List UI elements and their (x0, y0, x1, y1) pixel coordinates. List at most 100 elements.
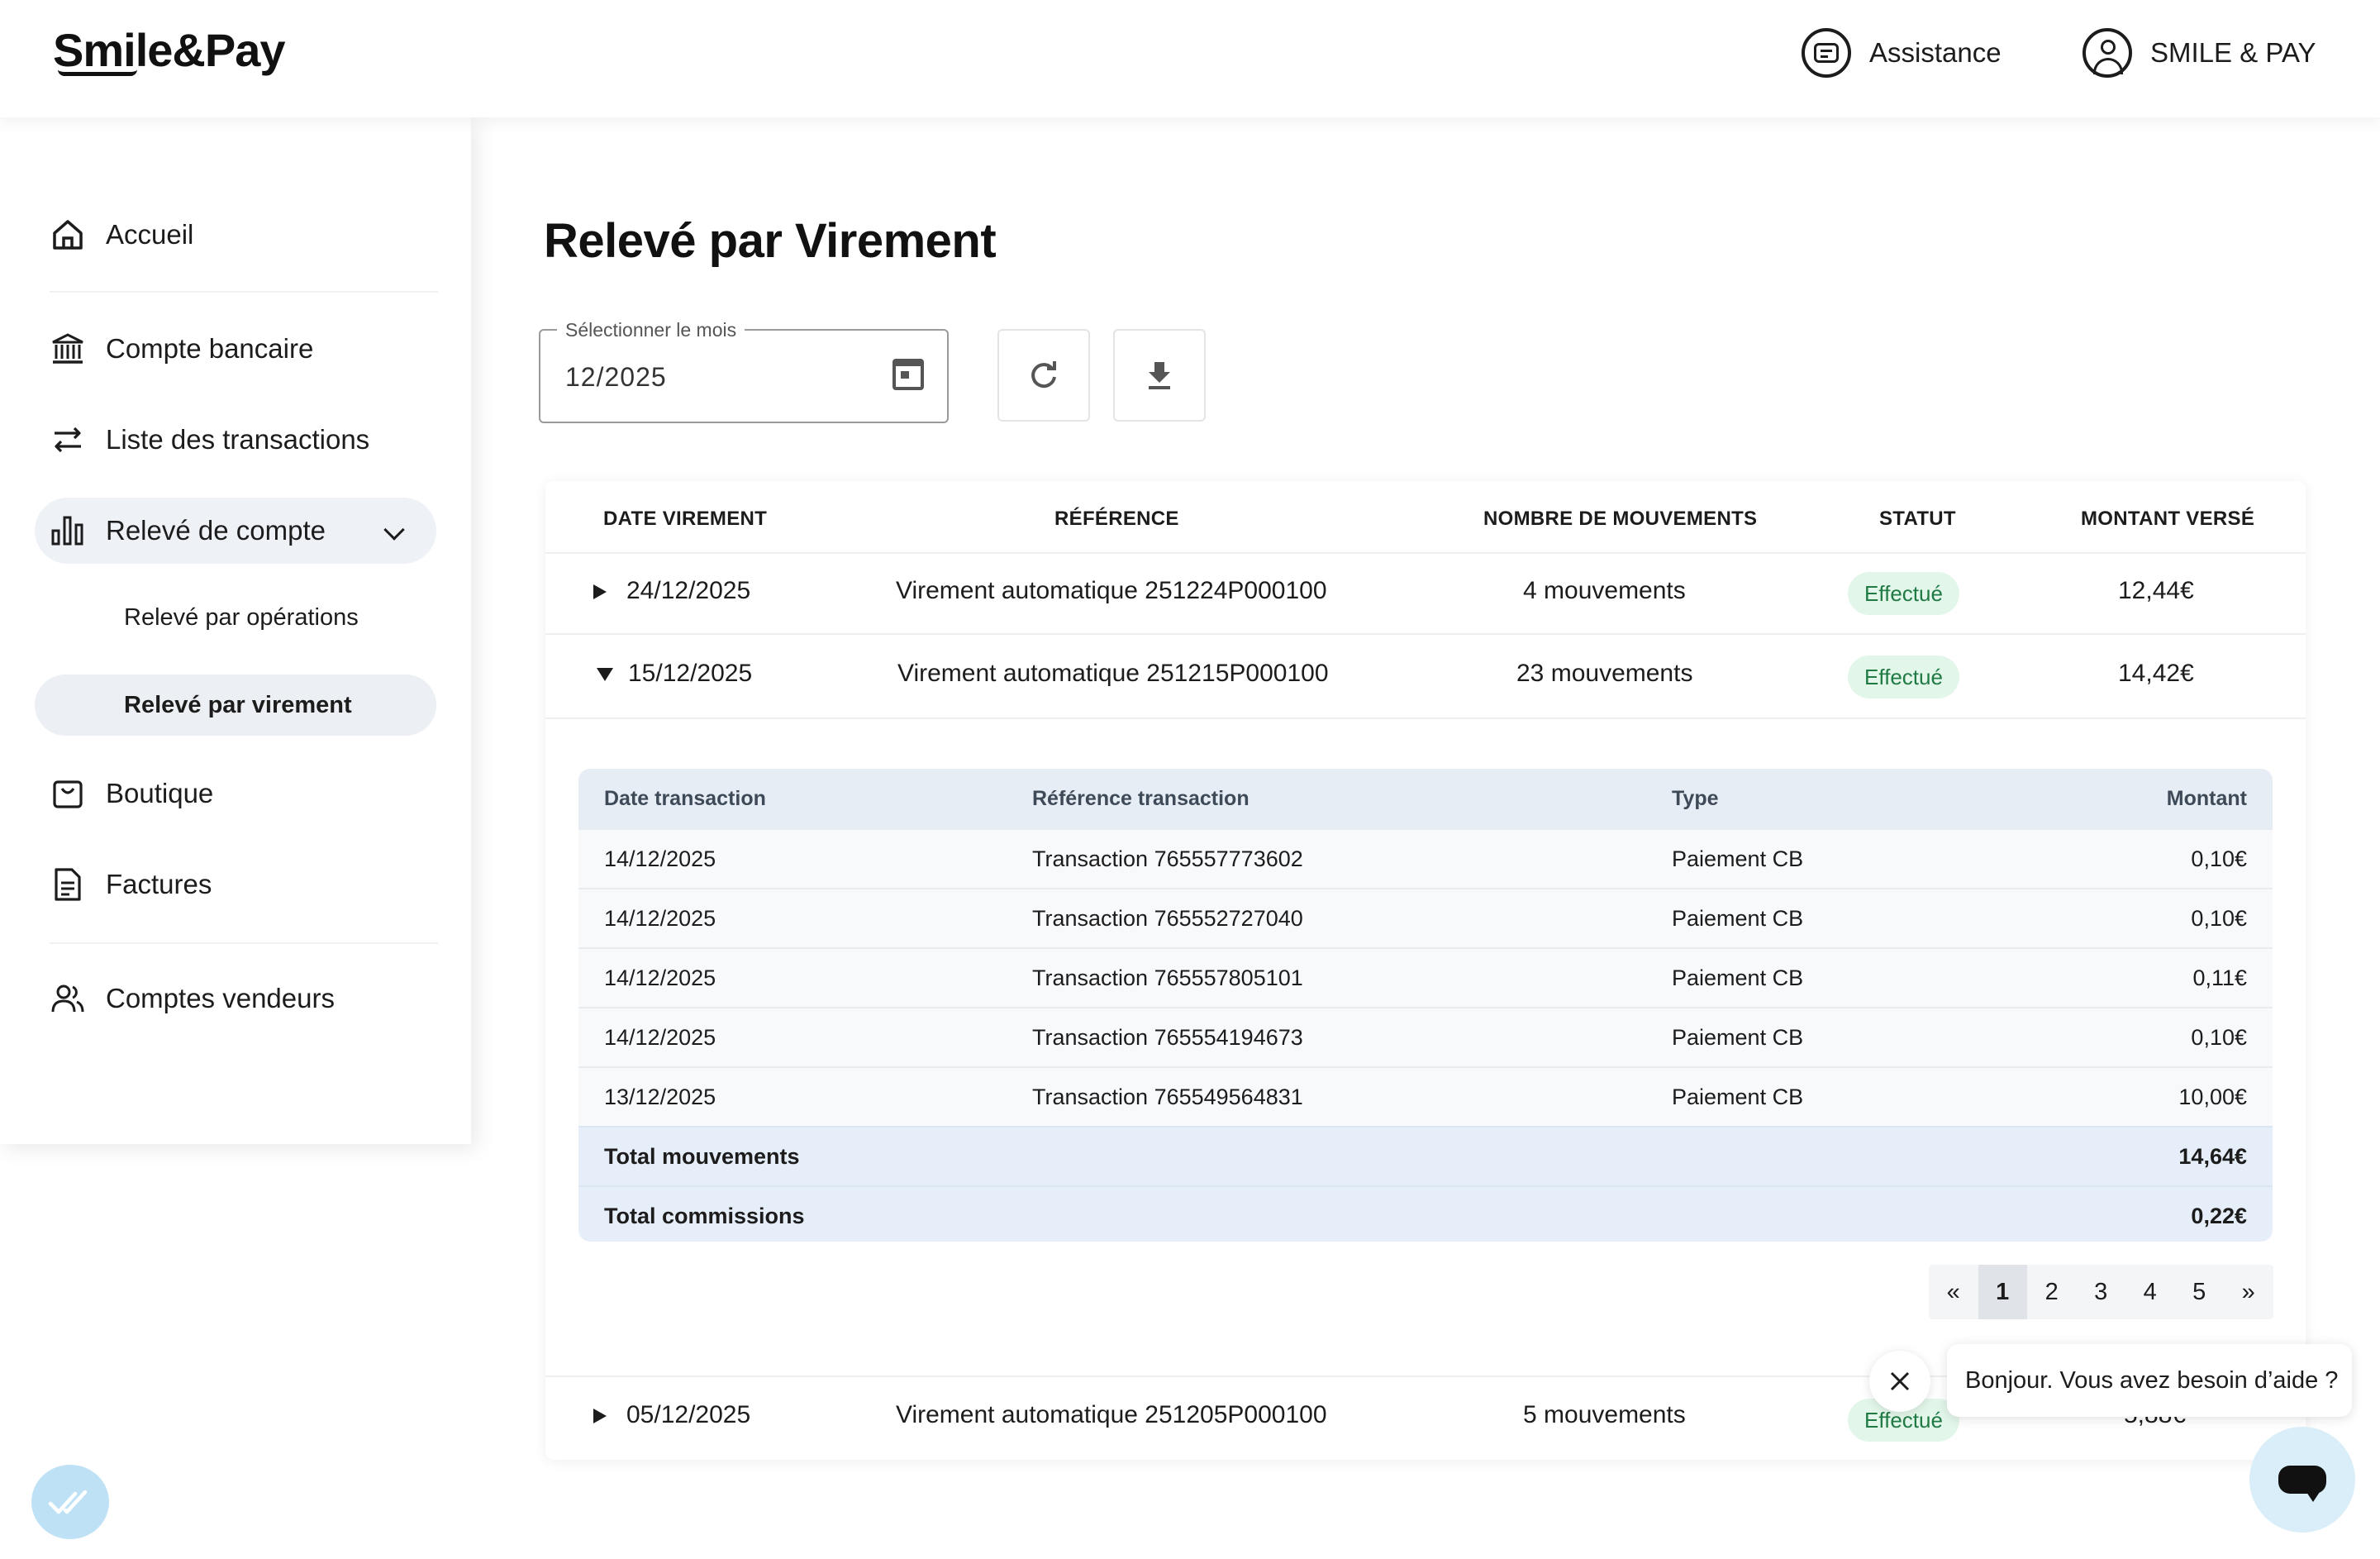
sidebar-item-label: Liste des transactions (106, 424, 370, 455)
pagination-page[interactable]: 5 (2175, 1265, 2225, 1319)
detail-date: 14/12/2025 (604, 906, 716, 931)
row-amount: 12,44€ (2118, 577, 2194, 604)
sidebar-item-label: Accueil (106, 219, 194, 250)
calendar-icon[interactable] (892, 359, 924, 390)
verified-badge[interactable] (31, 1465, 109, 1539)
detail-date: 14/12/2025 (604, 846, 716, 871)
shopping-bag-icon (50, 775, 86, 812)
sidebar-subitem-label: Relevé par opérations (124, 603, 359, 631)
detail-reference: Transaction 765552727040 (1032, 906, 1303, 931)
sidebar-divider (50, 291, 438, 293)
detail-row: 14/12/2025 Transaction 765552727040 Paie… (578, 888, 2273, 947)
month-picker-label: Sélectionner le mois (557, 319, 745, 341)
detail-reference: Transaction 765557773602 (1032, 846, 1303, 871)
chat-greeting-bubble[interactable]: Bonjour. Vous avez besoin d’aide ? (1947, 1344, 2352, 1417)
detail-column-header: Type (1672, 787, 1719, 810)
expand-caret-icon[interactable] (593, 584, 607, 599)
row-reference: Virement automatique 251224P000100 (896, 577, 1327, 604)
document-icon (50, 866, 86, 903)
assistance-button[interactable]: Assistance (1802, 26, 2002, 79)
chat-greeting-text: Bonjour. Vous avez besoin d’aide ? (1965, 1366, 2339, 1394)
detail-amount: 0,11€ (2192, 965, 2247, 990)
pagination-prev[interactable]: « (1929, 1265, 1978, 1319)
user-icon (2082, 28, 2132, 78)
column-header[interactable]: RÉFÉRENCE (1054, 508, 1179, 531)
users-icon (50, 980, 86, 1017)
sidebar-item-label: Relevé de compte (106, 515, 326, 546)
column-header[interactable]: DATE VIREMENT (603, 508, 767, 531)
close-icon (1890, 1371, 1910, 1391)
sidebar-divider (50, 942, 438, 944)
page-title: Relevé par Virement (544, 214, 997, 268)
assistance-label: Assistance (1869, 37, 2002, 68)
row-amount: 14,42€ (2118, 660, 2194, 687)
pagination-next[interactable]: » (2224, 1265, 2273, 1319)
month-picker[interactable]: Sélectionner le mois 12/2025 (539, 319, 949, 423)
pagination: « 1 2 3 4 5 » (1929, 1265, 2273, 1319)
refresh-button[interactable] (997, 329, 1090, 422)
transaction-detail-table: Date transaction Référence transaction T… (578, 769, 2273, 1242)
row-date: 15/12/2025 (628, 660, 753, 687)
sidebar-item-label: Factures (106, 869, 212, 899)
bar-chart-icon (50, 513, 86, 549)
row-date: 24/12/2025 (626, 577, 751, 604)
column-header[interactable]: NOMBRE DE MOUVEMENTS (1483, 508, 1757, 531)
total-label: Total commissions (604, 1204, 805, 1228)
detail-row: 14/12/2025 Transaction 765554194673 Paie… (578, 1007, 2273, 1066)
detail-type: Paiement CB (1672, 846, 1804, 871)
detail-reference: Transaction 765554194673 (1032, 1025, 1303, 1050)
sidebar-subitem-releve-operations[interactable]: Relevé par opérations (35, 587, 436, 648)
refresh-icon (1031, 361, 1056, 389)
month-picker-value[interactable]: 12/2025 (565, 362, 667, 393)
detail-date: 14/12/2025 (604, 1025, 716, 1050)
sidebar-item-comptes-vendeurs[interactable]: Comptes vendeurs (35, 965, 436, 1032)
sidebar-item-transactions[interactable]: Liste des transactions (35, 407, 436, 473)
row-divider (545, 718, 2306, 719)
account-button[interactable]: SMILE & PAY (2082, 26, 2316, 79)
column-header[interactable]: STATUT (1879, 508, 1956, 531)
detail-amount: 0,10€ (2191, 906, 2247, 931)
download-button[interactable] (1113, 329, 1206, 422)
detail-column-header: Date transaction (604, 787, 766, 810)
row-reference: Virement automatique 251205P000100 (896, 1401, 1327, 1428)
expand-caret-icon[interactable] (593, 1409, 607, 1423)
row-divider (545, 633, 2306, 635)
sidebar-subitem-label: Relevé par virement (124, 691, 352, 718)
sidebar-item-label: Boutique (106, 778, 214, 808)
pagination-page[interactable]: 2 (2027, 1265, 2077, 1319)
chat-bubble-icon (2278, 1466, 2326, 1502)
detail-reference: Transaction 765549564831 (1032, 1085, 1303, 1109)
detail-amount: 10,00€ (2178, 1085, 2247, 1109)
row-movements: 23 mouvements (1516, 660, 1693, 687)
sidebar-item-label: Comptes vendeurs (106, 983, 335, 1013)
chat-icon (1802, 28, 1851, 78)
chevron-down-icon (383, 519, 405, 541)
sidebar-item-label: Compte bancaire (106, 333, 314, 364)
sidebar-item-compte-bancaire[interactable]: Compte bancaire (35, 316, 436, 382)
column-header[interactable]: MONTANT VERSÉ (2081, 508, 2254, 531)
detail-row: 13/12/2025 Transaction 765549564831 Paie… (578, 1066, 2273, 1126)
transfer-arrows-icon (50, 422, 86, 458)
home-icon (50, 217, 86, 253)
pagination-page[interactable]: 1 (1978, 1265, 2027, 1319)
sidebar-item-releve-de-compte[interactable]: Relevé de compte (35, 498, 436, 564)
chat-launcher-button[interactable] (2249, 1427, 2355, 1533)
detail-reference: Transaction 765557805101 (1032, 965, 1303, 990)
logo-smile-mark (58, 69, 137, 76)
sidebar-item-boutique[interactable]: Boutique (35, 760, 436, 827)
sidebar-item-factures[interactable]: Factures (35, 851, 436, 918)
pagination-page[interactable]: 3 (2077, 1265, 2126, 1319)
sidebar: Accueil Compte bancaire Liste des transa… (0, 117, 471, 1144)
pagination-page[interactable]: 4 (2125, 1265, 2175, 1319)
double-check-icon (48, 1490, 88, 1514)
sidebar-subitem-releve-virement[interactable]: Relevé par virement (35, 675, 436, 736)
total-label: Total mouvements (604, 1144, 800, 1169)
row-movements: 4 mouvements (1523, 577, 1686, 604)
chat-close-button[interactable] (1869, 1351, 1930, 1412)
bank-icon (50, 331, 86, 367)
account-label: SMILE & PAY (2150, 37, 2316, 68)
sidebar-item-accueil[interactable]: Accueil (35, 202, 436, 268)
collapse-caret-icon[interactable] (597, 668, 613, 681)
detail-amount: 0,10€ (2191, 846, 2247, 871)
detail-type: Paiement CB (1672, 965, 1804, 990)
